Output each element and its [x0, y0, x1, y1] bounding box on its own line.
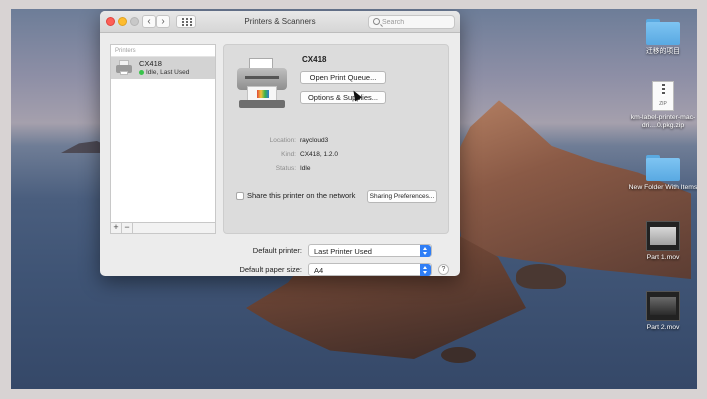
desktop-icon-label: New Folder With Items [628, 184, 697, 191]
desktop: ‹ › Printers & Scanners Printers [11, 9, 697, 389]
printer-list-footer: + − [110, 223, 216, 234]
sharing-preferences-button[interactable]: Sharing Preferences... [367, 190, 437, 203]
zip-file-icon: ZIP [652, 81, 674, 111]
help-button[interactable]: ? [438, 264, 449, 275]
open-print-queue-button[interactable]: Open Print Queue... [300, 71, 386, 84]
desktop-icon-label: Part 1.mov [646, 254, 680, 261]
search-field[interactable] [368, 15, 455, 29]
printer-icon [116, 60, 132, 75]
title-bar[interactable]: ‹ › Printers & Scanners [100, 11, 460, 33]
options-supplies-button[interactable]: Options & Supplies... [300, 91, 386, 104]
location-value: raycloud3 [300, 137, 329, 144]
status-dot-icon [139, 70, 144, 75]
popup-arrows-icon [420, 245, 431, 257]
kind-label: Kind: [281, 151, 296, 158]
printer-large-icon [237, 58, 287, 108]
default-printer-value: Last Printer Used [314, 247, 372, 256]
desktop-icon-migrated-items[interactable]: 迁移的项目 [628, 19, 697, 56]
remove-printer-button[interactable]: − [122, 223, 133, 233]
folder-icon [646, 19, 680, 45]
desktop-icon-new-folder[interactable]: New Folder With Items [628, 155, 697, 192]
share-printer-label[interactable]: Share this printer on the network [247, 191, 355, 200]
share-printer-checkbox[interactable] [236, 192, 244, 200]
desktop-icon-part1[interactable]: Part 1.mov [628, 221, 697, 262]
folder-icon [646, 155, 680, 181]
printer-detail-panel: CX418 Open Print Queue... Options & Supp… [223, 44, 449, 234]
video-file-icon [646, 221, 680, 251]
default-printer-popup[interactable]: Last Printer Used [308, 244, 432, 257]
kind-value: CX418, 1.2.0 [300, 151, 338, 158]
location-label: Location: [269, 137, 296, 144]
desktop-icon-label: Part 2.mov [646, 324, 680, 331]
printer-name: CX418 [302, 55, 327, 64]
default-paper-size-label: Default paper size: [239, 265, 302, 274]
desktop-icon-part2[interactable]: Part 2.mov [628, 291, 697, 332]
status-value: Idle [300, 165, 311, 172]
add-printer-button[interactable]: + [111, 223, 122, 233]
printer-list-item-status: Idle, Last Used [146, 68, 190, 76]
printer-list-header: Printers [111, 45, 215, 57]
video-file-icon [646, 291, 680, 321]
default-printer-label: Default printer: [252, 246, 302, 255]
search-icon [373, 18, 380, 25]
printer-list-item-name: CX418 [139, 59, 162, 68]
search-input[interactable] [382, 17, 452, 27]
status-label: Status: [275, 165, 296, 172]
popup-arrows-icon [420, 264, 431, 276]
printers-scanners-window: ‹ › Printers & Scanners Printers [100, 11, 460, 276]
desktop-icon-zip[interactable]: ZIP km-label-printer-mac-dri....0.pkg.zi… [628, 81, 697, 130]
printer-list-item[interactable]: CX418 Idle, Last Used [111, 57, 215, 79]
printer-list: Printers CX418 Idle, Last Used [110, 44, 216, 223]
desktop-wallpaper-rock [516, 264, 566, 289]
default-paper-size-value: A4 [314, 266, 324, 275]
default-paper-size-popup[interactable]: A4 [308, 263, 432, 276]
desktop-icon-label: km-label-printer-mac-dri....0.pkg.zip [630, 114, 696, 129]
desktop-icon-label: 迁移的项目 [646, 48, 680, 55]
desktop-wallpaper-rock [441, 347, 476, 363]
